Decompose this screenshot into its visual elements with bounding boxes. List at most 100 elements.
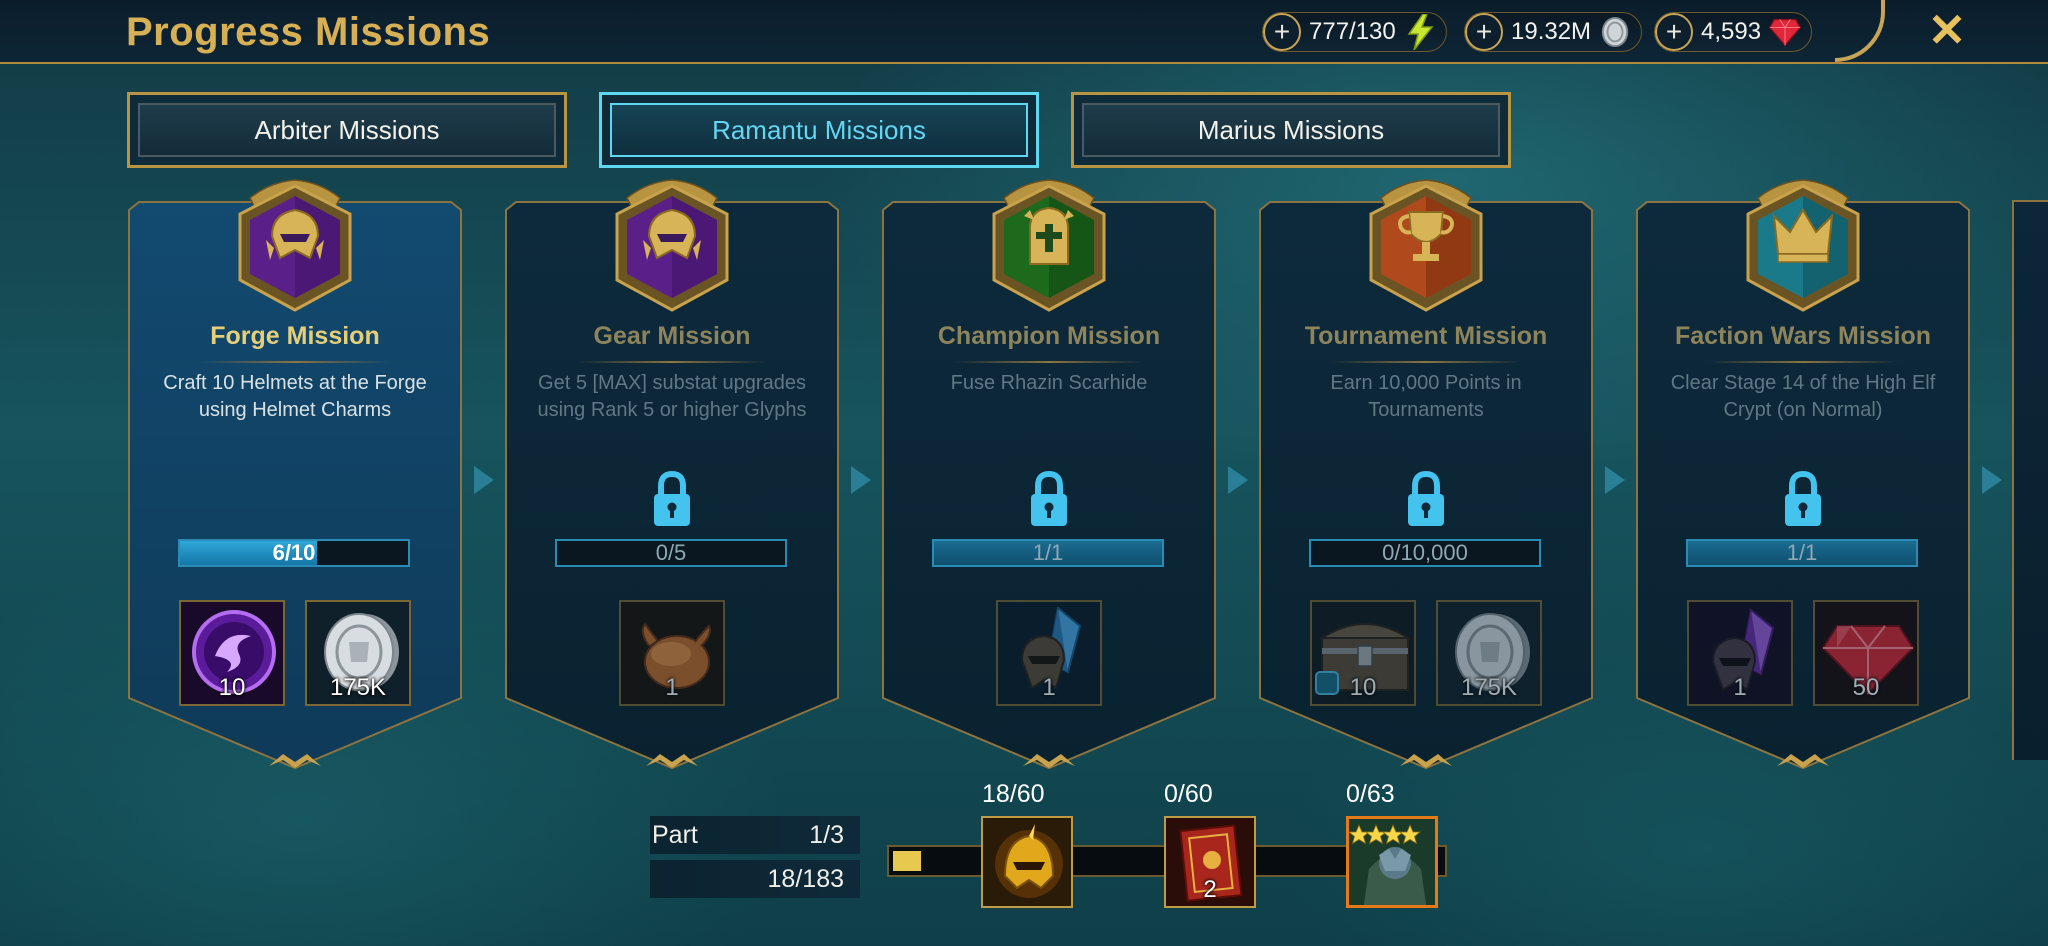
- helmet-emblem-icon: [238, 179, 352, 312]
- mission-progress-bar: 0/5: [555, 539, 787, 567]
- reward-list: 10 175K: [127, 600, 463, 706]
- next-arrow-icon: [851, 466, 871, 494]
- mission-card[interactable]: Tournament Mission Earn 10,000 Points in …: [1258, 179, 1594, 770]
- title-divider: [1708, 361, 1898, 363]
- milestone-reward-1[interactable]: [981, 816, 1073, 908]
- part-progress-fill: [893, 851, 921, 871]
- tab-marius-missions[interactable]: Marius Missions: [1071, 92, 1511, 168]
- title-divider: [1331, 361, 1521, 363]
- milestone-reward-3[interactable]: [1346, 816, 1438, 908]
- reward-count: 50: [1852, 674, 1880, 701]
- reward-list: 10 175K: [1258, 600, 1594, 706]
- reward-list: 1: [881, 600, 1217, 706]
- reward-item[interactable]: 175K: [305, 600, 411, 706]
- card-ornament: [1400, 754, 1452, 768]
- energy-value: 777/130: [1309, 18, 1396, 45]
- trophy-emblem-icon: [1369, 179, 1483, 312]
- corner-ornament: [1835, 0, 1885, 62]
- milestone-reward-2[interactable]: 2: [1164, 816, 1256, 908]
- part-value: 1/3: [809, 820, 844, 849]
- progress-text: 0/10,000: [1382, 540, 1468, 565]
- reward-count: 175K: [329, 674, 387, 701]
- next-arrow-icon: [474, 466, 494, 494]
- milestone-count: 2: [1203, 876, 1217, 903]
- reward-count: 175K: [1460, 674, 1518, 701]
- card-ornament: [646, 754, 698, 768]
- mission-description: Clear Stage 14 of the High Elf Crypt (on…: [1670, 372, 1936, 421]
- mission-progress-bar: 0/10,000: [1309, 539, 1541, 567]
- knight-emblem-icon: [992, 179, 1106, 312]
- add-gems-button[interactable]: +: [1655, 13, 1693, 51]
- reward-item[interactable]: 175K: [1436, 600, 1542, 706]
- helmet-emblem-icon: [615, 179, 729, 312]
- progress-text: 1/1: [1032, 540, 1064, 565]
- tab-ramantu-missions[interactable]: Ramantu Missions: [599, 92, 1039, 168]
- page-title: Progress Missions: [126, 10, 491, 54]
- milestone-label: 0/63: [1346, 780, 1395, 808]
- part-progress: Part 1/3 18/183: [650, 816, 860, 900]
- mission-progress-bar: 1/1: [1686, 539, 1918, 567]
- energy-counter: + 777/130: [1262, 12, 1447, 52]
- mission-title: Forge Mission: [210, 322, 380, 350]
- title-divider: [577, 361, 767, 363]
- lightning-icon: [1404, 14, 1436, 50]
- next-arrow-icon: [1605, 466, 1625, 494]
- card-ornament: [1023, 754, 1075, 768]
- reward-count: 10: [218, 674, 246, 701]
- champion-portrait-icon: [1349, 819, 1435, 905]
- add-energy-button[interactable]: +: [1263, 13, 1301, 51]
- ruby-gem-icon: [1769, 16, 1801, 48]
- mission-progress-bar: 1/1: [932, 539, 1164, 567]
- part-total: 18/183: [767, 864, 844, 893]
- lock-icon: [1408, 470, 1444, 526]
- reward-item[interactable]: 1: [619, 600, 725, 706]
- part-total-row: 18/183: [650, 860, 860, 898]
- reward-count: 1: [1733, 674, 1747, 701]
- title-divider: [200, 361, 390, 363]
- mission-description: Fuse Rhazin Scarhide: [950, 372, 1148, 394]
- part-row: Part 1/3: [650, 816, 860, 854]
- mission-description: Get 5 [MAX] substat upgrades using Rank …: [537, 372, 807, 421]
- mission-card[interactable]: Forge Mission Craft 10 Helmets at the For…: [127, 179, 463, 770]
- mission-progress-bar: 6/10: [178, 539, 410, 567]
- reward-item[interactable]: 50: [1813, 600, 1919, 706]
- progress-text: 1/1: [1786, 540, 1818, 565]
- reward-count: 1: [1042, 674, 1056, 701]
- reward-list: 1 50: [1635, 600, 1971, 706]
- silver-coin-icon: [1599, 16, 1631, 48]
- golden-helmet-icon: [983, 818, 1071, 906]
- progress-text: 0/5: [655, 540, 687, 565]
- lock-icon: [654, 470, 690, 526]
- tab-arbiter-missions[interactable]: Arbiter Missions: [127, 92, 567, 168]
- card-ornament: [1777, 754, 1829, 768]
- top-bar: Progress Missions + 777/130 + 19.32M + 4…: [0, 0, 2048, 64]
- mission-card[interactable]: Gear Mission Get 5 [MAX] substat upgrades…: [504, 179, 840, 770]
- reward-count: 1: [665, 674, 679, 701]
- lock-icon: [1785, 470, 1821, 526]
- gem-counter: + 4,593: [1654, 12, 1813, 52]
- mission-card[interactable]: Champion Mission Fuse Rhazin Scarhide 1/1 1: [881, 179, 1217, 770]
- mission-card[interactable]: Faction Wars Mission Clear Stage 14 of th…: [1635, 179, 1971, 770]
- crown-emblem-icon: [1746, 179, 1860, 312]
- mission-title: Tournament Mission: [1304, 322, 1548, 350]
- add-silver-button[interactable]: +: [1465, 13, 1503, 51]
- card-ornament: [269, 754, 321, 768]
- title-divider: [954, 361, 1144, 363]
- mission-title: Faction Wars Mission: [1674, 322, 1932, 350]
- reward-count: 10: [1349, 674, 1377, 701]
- milestone-label: 0/60: [1164, 780, 1213, 808]
- mission-title: Champion Mission: [937, 322, 1161, 350]
- next-card-peek[interactable]: [2012, 200, 2048, 760]
- reward-item[interactable]: 10: [179, 600, 285, 706]
- reward-item[interactable]: 1: [996, 600, 1102, 706]
- silver-value: 19.32M: [1511, 18, 1592, 45]
- silver-counter: + 19.32M: [1464, 12, 1643, 52]
- mission-title: Gear Mission: [593, 322, 751, 350]
- mission-description: Craft 10 Helmets at the Forge using Helm…: [163, 372, 427, 421]
- reward-item[interactable]: 1: [1687, 600, 1793, 706]
- next-arrow-icon: [1228, 466, 1248, 494]
- mission-description: Earn 10,000 Points in Tournaments: [1330, 372, 1522, 421]
- part-label: Part: [652, 820, 698, 849]
- reward-item[interactable]: 10: [1310, 600, 1416, 706]
- close-button[interactable]: ✕: [1925, 7, 1969, 53]
